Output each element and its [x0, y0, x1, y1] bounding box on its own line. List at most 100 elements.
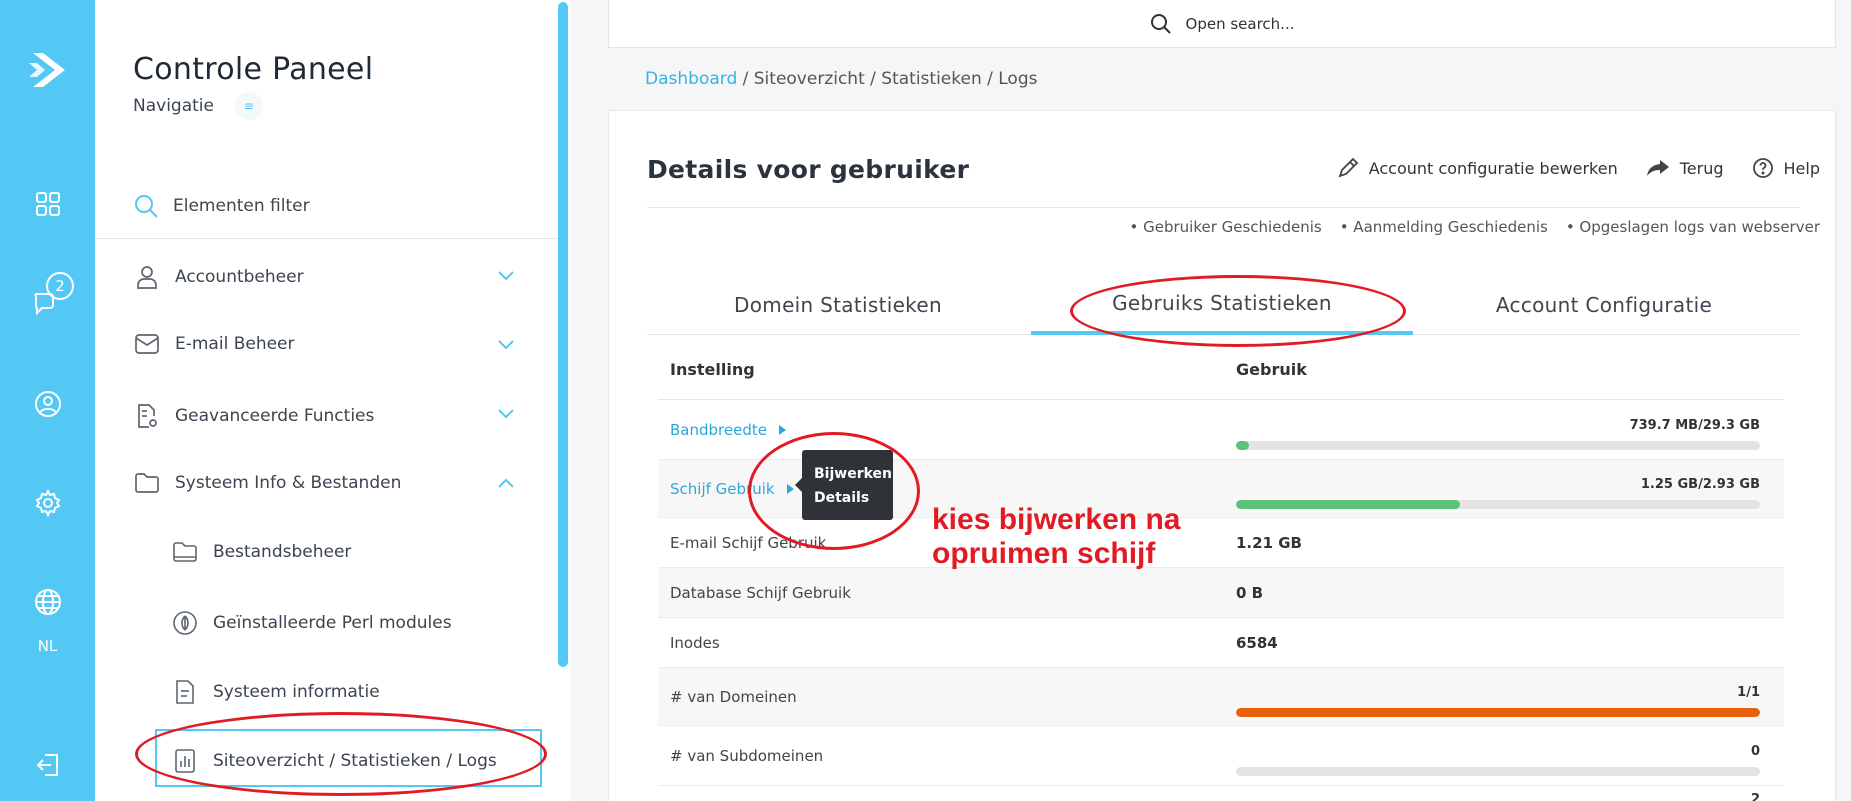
filter-placeholder: Elementen filter — [173, 196, 310, 216]
panel-subtitle: Navigatie — [133, 96, 214, 116]
settings-gear-icon[interactable] — [0, 486, 95, 520]
panel-title: Controle Paneel — [133, 52, 374, 87]
login-history-link[interactable]: • Aanmelding Geschiedenis — [1340, 218, 1548, 236]
column-header-instelling: Instelling — [670, 360, 755, 379]
navigation-panel: Controle Paneel Navigatie ≡ Elementen fi… — [95, 0, 570, 801]
details-action-link[interactable]: Details — [814, 486, 893, 510]
nav-item-systeem-info[interactable]: Systeem Info & Bestanden — [133, 472, 523, 494]
back-button[interactable]: Terug — [1646, 158, 1724, 178]
breadcrumb-home-link[interactable]: Dashboard — [645, 69, 737, 89]
row-actions-tooltip: Bijwerken Details — [795, 450, 893, 520]
bandwidth-link[interactable]: Bandbreedte — [670, 421, 767, 439]
globe-icon[interactable] — [0, 585, 95, 619]
update-action-link[interactable]: Bijwerken — [814, 462, 893, 486]
nav-sub-item-bestandsbeheer[interactable]: Bestandsbeheer — [171, 541, 351, 563]
mail-icon — [133, 334, 161, 354]
chevron-up-icon[interactable] — [497, 474, 515, 494]
dashboard-grid-icon[interactable] — [0, 188, 95, 220]
breadcrumb: Dashboard / Siteoverzicht / Statistieken… — [645, 69, 1037, 89]
setting-cell: Inodes — [670, 633, 720, 652]
search-icon — [135, 195, 158, 218]
page-actions: Account configuratie bewerken Terug Help — [1309, 157, 1820, 179]
setting-cell: Schijf Gebruik — [658, 480, 1236, 498]
usage-value: 2 — [1750, 792, 1760, 801]
nav-sub-item-label: Bestandsbeheer — [213, 542, 352, 562]
nav-sub-item-siteoverzicht[interactable]: Siteoverzicht / Statistieken / Logs — [171, 748, 497, 774]
nav-item-label: Geavanceerde Functies — [175, 406, 375, 426]
nav-sub-item-perl-modules[interactable]: Geïnstalleerde Perl modules — [171, 610, 452, 636]
usage-value: 6584 — [1236, 633, 1278, 652]
messages-badge: 2 — [46, 272, 74, 300]
nav-divider — [95, 238, 558, 239]
usage-bar-group: 739.7 MB/29.3 GB — [1236, 418, 1760, 450]
folder-icon — [133, 472, 161, 494]
usage-progress-fill — [1236, 499, 1460, 509]
perl-icon — [171, 610, 199, 636]
nav-item-accountbeheer[interactable]: Accountbeheer — [133, 265, 523, 289]
usage-value: 1.25 GB/2.93 GB — [1640, 476, 1760, 492]
help-button[interactable]: Help — [1752, 157, 1820, 179]
collapse-menu-icon[interactable]: ≡ — [235, 92, 263, 120]
chevron-down-icon[interactable] — [497, 336, 515, 356]
usage-bar-group: 0 — [1236, 744, 1760, 776]
folder-icon — [171, 541, 199, 563]
usage-value: 0 B — [1236, 583, 1264, 602]
table-header: Instelling Gebruik — [658, 340, 1784, 400]
profile-icon[interactable] — [0, 388, 95, 420]
back-label: Terug — [1679, 158, 1724, 178]
stats-tabs: Domein Statistieken Gebruiks Statistieke… — [647, 275, 1799, 335]
edit-label: Account configuratie bewerken — [1368, 158, 1618, 178]
usage-progress-bar — [1236, 440, 1760, 450]
user-history-link[interactable]: • Gebruiker Geschiedenis — [1129, 218, 1321, 236]
chevron-down-icon[interactable] — [497, 267, 515, 287]
document-icon — [171, 679, 199, 705]
usage-progress-bar — [1236, 499, 1760, 509]
usage-value: 1.21 GB — [1236, 533, 1302, 552]
setting-cell: # van Domeinen — [670, 687, 797, 706]
setting-cell: # van Subdomeinen — [670, 746, 824, 765]
user-icon — [133, 265, 161, 289]
annotation-text: kies bijwerken na opruimen schijf — [932, 503, 1180, 571]
chart-icon — [171, 748, 199, 774]
advanced-settings-icon — [133, 403, 161, 429]
language-label[interactable]: NL — [0, 637, 95, 655]
logout-icon[interactable] — [0, 748, 95, 782]
caret-right-icon[interactable] — [778, 425, 786, 435]
history-links: • Gebruiker Geschiedenis • Aanmelding Ge… — [1129, 218, 1820, 236]
nav-item-label: E-mail Beheer — [175, 334, 295, 354]
card-divider — [647, 207, 1799, 208]
global-search[interactable]: Open search... — [608, 0, 1836, 48]
tab-gebruiks-statistieken[interactable]: Gebruiks Statistieken — [1031, 275, 1413, 335]
caret-right-icon[interactable] — [786, 484, 794, 494]
usage-value: 1/1 — [1737, 684, 1760, 700]
nav-scrollbar[interactable] — [558, 2, 568, 667]
table-row: # van Domeinen 1/1 — [658, 668, 1784, 726]
logo-icon[interactable] — [0, 44, 95, 96]
nav-sub-item-systeem-informatie[interactable]: Systeem informatie — [171, 679, 380, 705]
elements-filter[interactable]: Elementen filter — [133, 193, 310, 219]
table-row: Inodes 6584 — [658, 618, 1784, 668]
help-icon — [1752, 158, 1773, 178]
column-header-gebruik: Gebruik — [1236, 360, 1307, 379]
nav-item-label: Accountbeheer — [175, 267, 304, 287]
edit-account-config-button[interactable]: Account configuratie bewerken — [1337, 157, 1618, 179]
tab-account-configuratie[interactable]: Account Configuratie — [1413, 275, 1795, 335]
icon-rail: 2 NL — [0, 0, 95, 801]
setting-cell: Bandbreedte — [658, 421, 1236, 439]
usage-value: 0 — [1750, 743, 1760, 759]
nav-item-email-beheer[interactable]: E-mail Beheer — [133, 334, 523, 354]
nav-sub-item-label: Siteoverzicht / Statistieken / Logs — [213, 751, 497, 771]
search-placeholder: Open search... — [1185, 14, 1295, 33]
chevron-down-icon[interactable] — [497, 405, 515, 425]
usage-value: 739.7 MB/29.3 GB — [1629, 417, 1760, 433]
disk-usage-link[interactable]: Schijf Gebruik — [670, 480, 775, 498]
usage-cell: 2 — [1236, 786, 1784, 801]
nav-item-label: Systeem Info & Bestanden — [175, 473, 402, 493]
breadcrumb-path: / Siteoverzicht / Statistieken / Logs — [737, 69, 1038, 89]
nav-item-geavanceerde-functies[interactable]: Geavanceerde Functies — [133, 403, 523, 429]
table-row: E-mail Schijf Gebruik 1.21 GB — [658, 518, 1784, 568]
table-row: 2 — [658, 786, 1784, 801]
tab-domein-statistieken[interactable]: Domein Statistieken — [647, 275, 1029, 335]
usage-table: Instelling Gebruik Bandbreedte 739.7 MB/… — [658, 340, 1784, 801]
webserver-logs-link[interactable]: • Opgeslagen logs van webserver — [1566, 218, 1820, 236]
